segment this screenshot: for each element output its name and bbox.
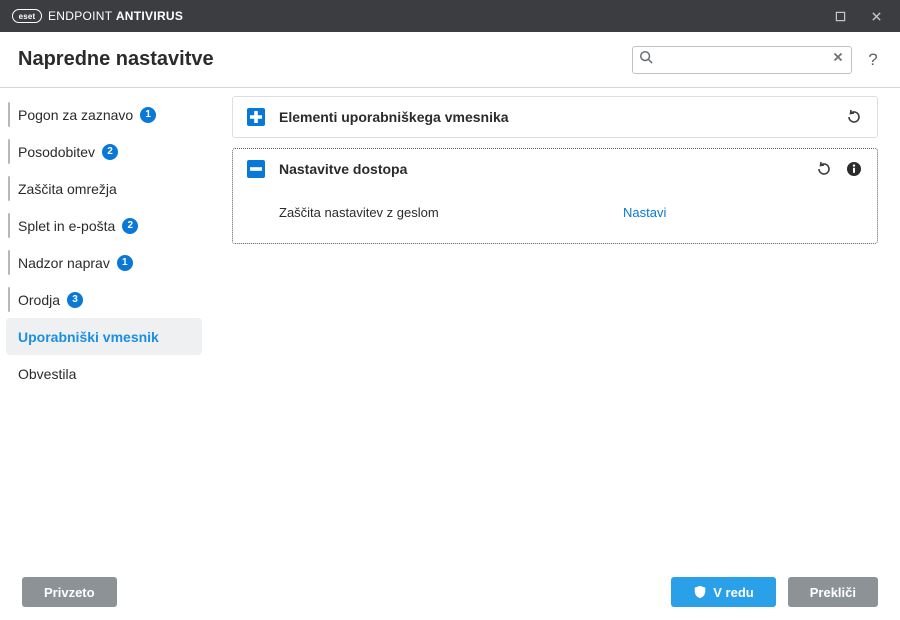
titlebar: eset ENDPOINT ANTIVIRUS — [0, 0, 900, 32]
sidebar-item-network-protection[interactable]: Zaščita omrežja — [0, 170, 208, 207]
search-icon — [639, 50, 653, 69]
brand: eset ENDPOINT ANTIVIRUS — [12, 9, 183, 23]
clear-icon[interactable] — [831, 50, 845, 69]
info-button[interactable] — [845, 160, 863, 178]
sidebar-item-label: Nadzor naprav — [18, 255, 110, 271]
page-title: Napredne nastavitve — [18, 48, 214, 71]
sidebar-bar — [8, 287, 10, 312]
sidebar: Pogon za zaznavo 1 Posodobitev 2 Zaščita… — [0, 88, 208, 564]
sidebar-item-device-control[interactable]: Nadzor naprav 1 — [0, 244, 208, 281]
sidebar-item-detection-engine[interactable]: Pogon za zaznavo 1 — [0, 96, 208, 133]
panel-access-body: Zaščita nastavitev z geslom Nastavi — [233, 189, 877, 243]
sidebar-item-label: Splet in e-pošta — [18, 218, 115, 234]
revert-icon — [816, 161, 832, 177]
sidebar-item-label: Orodja — [18, 292, 60, 308]
footer: Privzeto V redu Prekliči — [0, 564, 900, 620]
sidebar-badge: 1 — [117, 255, 133, 271]
info-icon — [846, 161, 862, 177]
sidebar-badge: 1 — [140, 107, 156, 123]
row-password-protect: Zaščita nastavitev z geslom Nastavi — [233, 197, 877, 227]
sidebar-bar — [8, 250, 10, 275]
sidebar-item-label: Zaščita omrežja — [18, 181, 117, 197]
help-button[interactable]: ? — [864, 50, 882, 70]
sidebar-bar — [8, 213, 10, 238]
sidebar-bar — [8, 139, 10, 164]
close-button[interactable] — [860, 2, 892, 30]
app-title: ENDPOINT ANTIVIRUS — [48, 9, 183, 23]
sidebar-item-user-interface[interactable]: Uporabniški vmesnik — [6, 318, 202, 355]
expand-icon — [247, 108, 265, 126]
search-box[interactable] — [632, 46, 852, 74]
sidebar-item-label: Obvestila — [18, 366, 76, 382]
sidebar-bar — [8, 176, 10, 201]
cancel-button[interactable]: Prekliči — [788, 577, 878, 607]
shield-icon — [693, 585, 707, 599]
row-label: Zaščita nastavitev z geslom — [279, 205, 439, 220]
sidebar-badge: 2 — [122, 218, 138, 234]
sidebar-item-label: Uporabniški vmesnik — [18, 329, 159, 345]
revert-button[interactable] — [845, 108, 863, 126]
panel-ui-elements-header[interactable]: Elementi uporabniškega vmesnika — [233, 97, 877, 137]
sidebar-item-tools[interactable]: Orodja 3 — [0, 281, 208, 318]
sidebar-item-notifications[interactable]: Obvestila — [0, 355, 208, 392]
default-button[interactable]: Privzeto — [22, 577, 117, 607]
header: Napredne nastavitve ? — [0, 32, 900, 88]
maximize-icon — [835, 11, 846, 22]
revert-icon — [846, 109, 862, 125]
panel-access-settings-header[interactable]: Nastavitve dostopa — [233, 149, 877, 189]
sidebar-item-label: Pogon za zaznavo — [18, 107, 133, 123]
sidebar-item-label: Posodobitev — [18, 144, 95, 160]
ok-button[interactable]: V redu — [671, 577, 775, 607]
eset-logo: eset — [12, 9, 42, 23]
revert-button[interactable] — [815, 160, 833, 178]
body: Pogon za zaznavo 1 Posodobitev 2 Zaščita… — [0, 88, 900, 564]
panel-title: Elementi uporabniškega vmesnika — [279, 109, 509, 125]
panel-title: Nastavitve dostopa — [279, 161, 407, 177]
window-controls — [824, 2, 892, 30]
panel-access-settings: Nastavitve dostopa Zaščita nastavitev z … — [232, 148, 878, 244]
sidebar-badge: 3 — [67, 292, 83, 308]
panel-ui-elements: Elementi uporabniškega vmesnika — [232, 96, 878, 138]
close-icon — [871, 11, 882, 22]
sidebar-badge: 2 — [102, 144, 118, 160]
set-password-link[interactable]: Nastavi — [623, 205, 863, 220]
ok-label: V redu — [713, 585, 753, 600]
maximize-button[interactable] — [824, 2, 856, 30]
collapse-icon — [247, 160, 265, 178]
sidebar-item-update[interactable]: Posodobitev 2 — [0, 133, 208, 170]
search-input[interactable] — [653, 53, 831, 67]
main-content: Elementi uporabniškega vmesnika Nastavit… — [208, 88, 900, 564]
sidebar-bar — [8, 102, 10, 127]
sidebar-item-web-email[interactable]: Splet in e-pošta 2 — [0, 207, 208, 244]
